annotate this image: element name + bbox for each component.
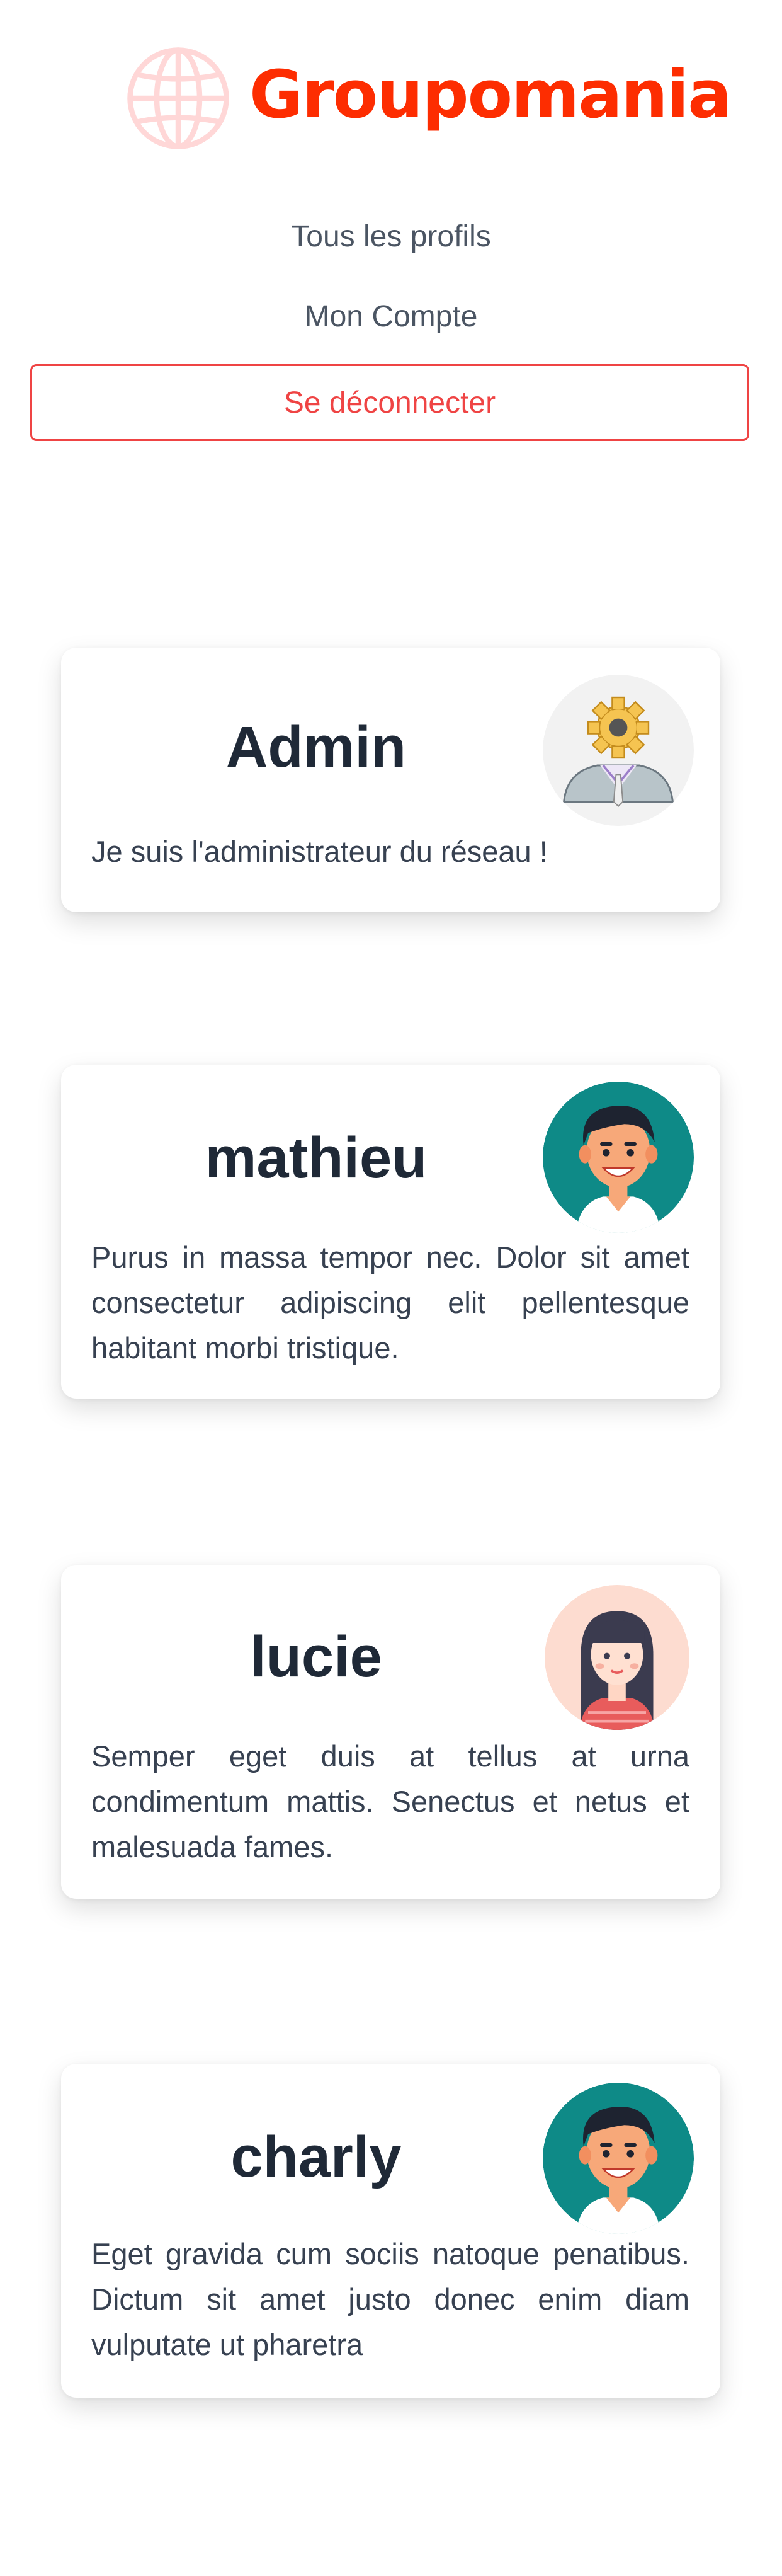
man-avatar-icon <box>543 1082 694 1233</box>
profile-bio: Je suis l'administrateur du réseau ! <box>91 835 548 868</box>
profile-bio: Eget gravida cum sociis natoque penatibu… <box>91 2237 689 2361</box>
woman-avatar-icon <box>545 1585 689 1730</box>
profile-card[interactable]: mathieu Purus in massa tempor nec. Dolor… <box>61 1065 720 1399</box>
profile-name: lucie <box>250 1625 382 1689</box>
nav-my-account[interactable]: Mon Compte <box>0 299 782 334</box>
profile-name: mathieu <box>205 1126 428 1190</box>
nav-all-profiles[interactable]: Tous les profils <box>0 219 782 254</box>
logout-button[interactable]: Se déconnecter <box>30 364 749 441</box>
profile-bio: Semper eget duis at tellus at urna condi… <box>91 1739 689 1863</box>
profile-card[interactable]: lucie Semper eget duis at tellus at urna… <box>61 1565 720 1899</box>
profile-bio: Purus in massa tempor nec. Dolor sit ame… <box>91 1240 689 1365</box>
man-avatar-icon <box>543 2083 694 2234</box>
profile-name: Admin <box>225 715 407 779</box>
profile-card[interactable]: Admin Je suis l'administrateur du réseau… <box>61 648 720 912</box>
globe-icon <box>127 47 229 149</box>
profile-card[interactable]: charly Eget gravida cum sociis natoque p… <box>61 2064 720 2398</box>
app-root: Groupomania Tous les profils Mon Compte … <box>0 0 782 2576</box>
profile-name: charly <box>230 2125 402 2189</box>
brand-name: Groupomania <box>249 56 732 133</box>
brand-logo[interactable]: Groupomania <box>125 44 732 152</box>
admin-gear-avatar-icon <box>543 675 694 826</box>
